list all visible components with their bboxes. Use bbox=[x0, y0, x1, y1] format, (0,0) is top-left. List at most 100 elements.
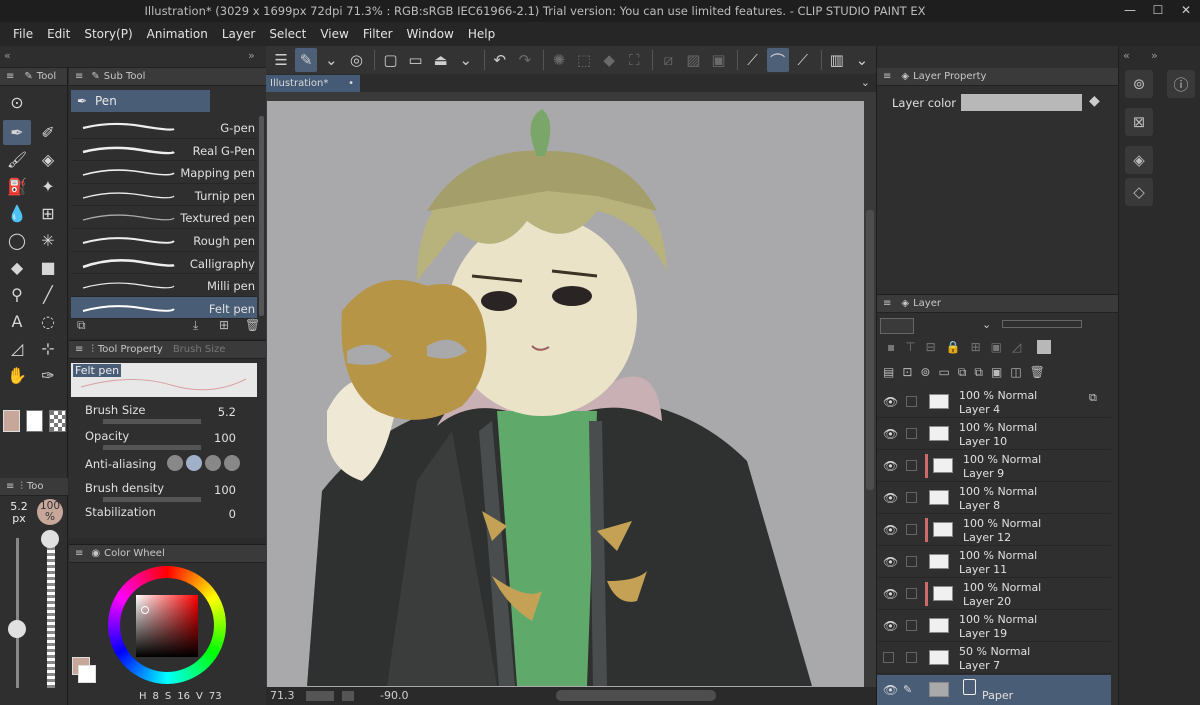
navigator-icon[interactable]: ⊚ bbox=[1125, 70, 1153, 98]
brush-real-g-pen[interactable]: Real G-Pen bbox=[71, 139, 257, 162]
eraser-tool-icon[interactable]: ◈ bbox=[34, 147, 62, 172]
import-sub-tool-icon[interactable]: ⤓ bbox=[193, 318, 198, 333]
menu-view[interactable]: View bbox=[313, 27, 355, 41]
draft-icon[interactable]: ⊟ bbox=[926, 340, 936, 362]
collapse-left-icon[interactable]: « bbox=[4, 49, 11, 62]
brush-turnip-pen[interactable]: Turnip pen bbox=[71, 184, 257, 207]
lock-transparent-icon[interactable]: ⊞ bbox=[971, 340, 981, 362]
open-folder-icon[interactable]: ▭ bbox=[404, 48, 426, 72]
brush-g-pen[interactable]: G-pen bbox=[71, 116, 257, 139]
layer-row[interactable]: 👁 100 % Normal Layer 12 bbox=[877, 515, 1111, 546]
reference-icon[interactable]: ⊤ bbox=[905, 340, 915, 362]
opacity-row[interactable]: Opacity 100 bbox=[85, 429, 260, 453]
minimize-button[interactable]: — bbox=[1122, 2, 1138, 18]
chevron-down-icon[interactable]: ⌄ bbox=[320, 48, 342, 72]
aa-weak-icon[interactable] bbox=[186, 455, 202, 471]
brush-felt-pen[interactable]: Felt pen bbox=[71, 296, 257, 320]
save-icon[interactable]: ⏏ bbox=[430, 48, 452, 72]
aa-medium-icon[interactable] bbox=[205, 455, 221, 471]
eye-icon[interactable]: 👁 bbox=[883, 523, 898, 537]
operation-tool-icon[interactable]: ⚲ bbox=[3, 282, 31, 307]
layer-property-tab[interactable]: Layer Property bbox=[913, 71, 986, 82]
panel-menu-icon[interactable]: ≡ bbox=[75, 344, 83, 355]
layer-tab[interactable]: Layer bbox=[913, 298, 941, 309]
add-sub-tool-icon[interactable]: ⊞ bbox=[219, 318, 229, 332]
clear-outside-icon[interactable]: ⬚ bbox=[573, 48, 595, 72]
chevron-down-icon[interactable]: ⌄ bbox=[982, 318, 991, 331]
layer-check[interactable] bbox=[906, 652, 917, 663]
clear-icon[interactable]: ✺ bbox=[548, 48, 570, 72]
layer-search-icon[interactable]: ◇ bbox=[1125, 178, 1153, 206]
zoom-out-button[interactable] bbox=[306, 691, 334, 701]
new-raster-layer-icon[interactable]: ⊡ bbox=[902, 365, 912, 385]
material-icon[interactable]: ◈ bbox=[1125, 146, 1153, 174]
zoom-in-button[interactable] bbox=[342, 691, 354, 701]
stabilization-row[interactable]: Stabilization 0 bbox=[85, 505, 260, 529]
aa-none-icon[interactable] bbox=[167, 455, 183, 471]
menu-filter[interactable]: Filter bbox=[356, 27, 400, 41]
deselect-icon[interactable]: ⧄ bbox=[657, 48, 679, 72]
menu-story[interactable]: Story(P) bbox=[77, 27, 139, 41]
lasso-tool-icon[interactable]: ◯ bbox=[3, 228, 31, 253]
anti-aliasing-row[interactable]: Anti-aliasing bbox=[85, 455, 260, 481]
layer-check[interactable] bbox=[906, 460, 917, 471]
line-tool-icon[interactable]: ╱ bbox=[34, 282, 62, 307]
brush-density-row[interactable]: Brush density 100 bbox=[85, 481, 260, 505]
layer-row[interactable]: 50 % Normal Layer 7 bbox=[877, 643, 1111, 674]
snap-ruler-icon[interactable]: ⟋ bbox=[741, 48, 763, 72]
canvas-horizontal-scrollbar[interactable] bbox=[556, 690, 716, 701]
aa-strong-icon[interactable] bbox=[224, 455, 240, 471]
transfer-down-icon[interactable]: ⧉ bbox=[958, 365, 967, 385]
sub-color-swatch[interactable] bbox=[26, 410, 43, 432]
opacity-value[interactable]: 100 bbox=[214, 431, 236, 445]
rotation-value[interactable]: -90.0 bbox=[380, 689, 408, 702]
layer-settings-icon[interactable]: ▤ bbox=[883, 365, 894, 385]
panel-menu-icon[interactable]: ≡ bbox=[6, 481, 14, 492]
sub-tool-group-pen[interactable]: ✒ Pen bbox=[71, 90, 210, 112]
layer-row[interactable]: 👁 100 % Normal Layer 4 ⧉ bbox=[877, 387, 1111, 418]
expand-left-icon[interactable]: » bbox=[248, 49, 255, 62]
selection-border-icon[interactable]: ▣ bbox=[707, 48, 729, 72]
hidden-eye-toggle[interactable] bbox=[883, 652, 894, 663]
opacity-slider[interactable] bbox=[47, 538, 55, 688]
menu-window[interactable]: Window bbox=[400, 27, 461, 41]
opacity-slider-handle[interactable] bbox=[41, 530, 59, 548]
brush-milli-pen[interactable]: Milli pen bbox=[71, 274, 257, 297]
brush-list-scrollbar[interactable] bbox=[259, 116, 264, 316]
new-folder-icon[interactable]: ▭ bbox=[938, 365, 949, 385]
layer-check[interactable] bbox=[906, 396, 917, 407]
transform-icon[interactable]: ⛶ bbox=[623, 48, 645, 72]
transparent-swatch[interactable] bbox=[49, 410, 66, 432]
figure-tool-icon[interactable]: ⊞ bbox=[34, 201, 62, 226]
frame-tool-icon[interactable]: ◿ bbox=[3, 336, 31, 361]
layer-color-swatch[interactable] bbox=[961, 94, 1082, 111]
brush-size-slider-handle[interactable] bbox=[8, 620, 26, 638]
pen-tool-icon[interactable]: ✒ bbox=[3, 120, 31, 145]
panel-menu-icon[interactable]: ≡ bbox=[75, 548, 83, 559]
clip-icon[interactable]: ▪ bbox=[887, 340, 895, 362]
eye-icon[interactable]: 👁 bbox=[883, 587, 898, 601]
brush-size-row[interactable]: Brush Size 5.2 bbox=[85, 403, 260, 427]
layer-row[interactable]: 👁 100 % Normal Layer 9 bbox=[877, 451, 1111, 482]
menu-select[interactable]: Select bbox=[262, 27, 313, 41]
menu-layer[interactable]: Layer bbox=[215, 27, 262, 41]
blend-mode-dropdown[interactable] bbox=[880, 318, 914, 334]
clip-studio-icon[interactable]: ◎ bbox=[345, 48, 367, 72]
apply-mask-icon[interactable]: ▣ bbox=[991, 365, 1002, 385]
create-mask-icon[interactable]: ◫ bbox=[1010, 365, 1021, 385]
brush-calligraphy[interactable]: Calligraphy bbox=[71, 252, 257, 275]
menu-file[interactable]: File bbox=[6, 27, 40, 41]
eye-icon[interactable]: 👁 bbox=[883, 683, 898, 697]
maximize-button[interactable]: ☐ bbox=[1150, 2, 1166, 18]
snap-grid-icon[interactable]: ⟋ bbox=[792, 48, 814, 72]
main-color-swatch[interactable] bbox=[3, 410, 20, 432]
brush-size-value[interactable]: 5.2 bbox=[218, 405, 236, 419]
close-button[interactable]: ✕ bbox=[1178, 2, 1194, 18]
pencil-tool-icon[interactable]: ✐ bbox=[34, 120, 62, 145]
merge-down-icon[interactable]: ⧉ bbox=[974, 365, 983, 385]
auto-select-tool-icon[interactable]: ✳ bbox=[34, 228, 62, 253]
eye-icon[interactable]: 👁 bbox=[883, 395, 898, 409]
menu-help[interactable]: Help bbox=[461, 27, 502, 41]
ruler-icon[interactable]: ◿ bbox=[1012, 340, 1021, 362]
lock-icon[interactable]: 🔒 bbox=[946, 340, 961, 362]
